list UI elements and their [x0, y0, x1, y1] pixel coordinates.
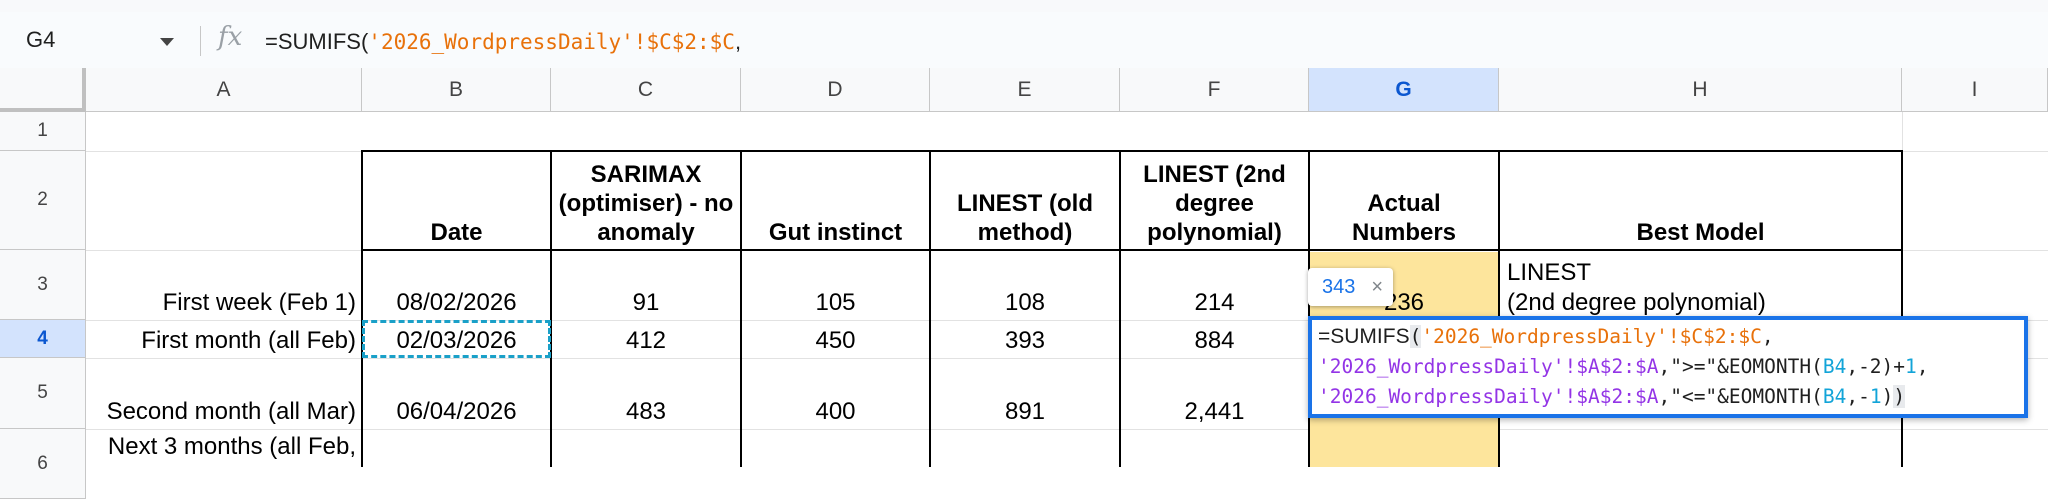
label-next-3-months[interactable]: Next 3 months (all Feb,: [86, 429, 362, 467]
linest-old-second-month[interactable]: 891: [930, 358, 1120, 429]
editor-number-1: 1: [1905, 355, 1917, 378]
formula-result-preview: 343 ×: [1308, 268, 1393, 306]
row-header-2[interactable]: 2: [0, 151, 86, 250]
gut-second-month[interactable]: 400: [741, 358, 930, 429]
formula-function: =SUMIFS: [265, 29, 361, 54]
linest-2nd-first-week[interactable]: 214: [1120, 250, 1309, 320]
column-header-h[interactable]: H: [1499, 68, 1902, 112]
column-header-i[interactable]: I: [1902, 68, 2048, 112]
label-second-month[interactable]: Second month (all Mar): [86, 358, 362, 429]
header-linest-2nd[interactable]: LINEST (2nd degree polynomial): [1120, 151, 1309, 250]
header-linest-old[interactable]: LINEST (old method): [930, 151, 1120, 250]
linest-2nd-second-month[interactable]: 2,441: [1120, 358, 1309, 429]
sarimax-first-month[interactable]: 412: [551, 320, 741, 358]
chevron-down-icon[interactable]: [160, 38, 174, 46]
editor-close-paren-2: ): [1893, 385, 1906, 408]
best-model-line-2: (2nd degree polynomial): [1507, 289, 1766, 316]
gut-first-month[interactable]: 450: [741, 320, 930, 358]
header-actual-numbers[interactable]: Actual Numbers: [1309, 151, 1499, 250]
editor-ref-a-2: '2026_WordpressDaily'!$A$2:$A: [1318, 385, 1659, 408]
editor-comma-2: ,: [1916, 355, 1929, 378]
formula-bar-divider: [200, 26, 201, 56]
date-second-month[interactable]: 06/04/2026: [362, 358, 551, 429]
formula-result-value: 343: [1322, 276, 1356, 298]
linest-old-first-month[interactable]: 393: [930, 320, 1120, 358]
formula-comma: ,: [734, 29, 742, 54]
sarimax-first-week[interactable]: 91: [551, 250, 741, 320]
name-box[interactable]: G4: [26, 24, 176, 56]
row-header-5[interactable]: 5: [0, 358, 86, 429]
cell-formula-editor[interactable]: =SUMIFS('2026_WordpressDaily'!$C$2:$C, '…: [1308, 316, 2028, 418]
header-best-model[interactable]: Best Model: [1499, 151, 1902, 250]
linest-2nd-first-month[interactable]: 884: [1120, 320, 1309, 358]
date-first-week[interactable]: 08/02/2026: [362, 250, 551, 320]
editor-criteria-1: ,">="&EOMONTH(: [1658, 355, 1823, 378]
editor-open-paren: (: [1409, 325, 1422, 348]
editor-offset-1: ,-2)+: [1846, 355, 1906, 378]
formula-range-ref: '2026_WordpressDaily'!$C$2:$C: [368, 30, 735, 54]
select-all-corner[interactable]: [0, 68, 86, 112]
editor-number-2: 1: [1869, 385, 1882, 408]
close-icon[interactable]: ×: [1371, 268, 1383, 306]
column-header-b[interactable]: B: [362, 68, 551, 112]
formula-bar: G4 fx =SUMIFS('2026_WordpressDaily'!$C$2…: [0, 12, 2048, 69]
editor-comma: ,: [1761, 325, 1774, 348]
editor-ref-b4-2: B4: [1822, 385, 1847, 408]
sarimax-second-month[interactable]: 483: [551, 358, 741, 429]
column-header-a[interactable]: A: [86, 68, 362, 112]
copy-marquee: [362, 320, 551, 358]
best-model-line-1: LINEST: [1507, 259, 1592, 286]
gridline: [86, 429, 2048, 430]
linest-old-first-week[interactable]: 108: [930, 250, 1120, 320]
top-strip: [0, 0, 2048, 12]
header-gut-instinct[interactable]: Gut instinct: [741, 151, 930, 250]
row-header-4[interactable]: 4: [0, 320, 86, 358]
column-header-g[interactable]: G: [1309, 68, 1499, 112]
row-header-3[interactable]: 3: [0, 250, 86, 320]
label-first-month[interactable]: First month (all Feb): [86, 320, 362, 358]
editor-ref-b4-1: B4: [1822, 355, 1847, 378]
header-sarimax[interactable]: SARIMAX (optimiser) - no anomaly: [551, 151, 741, 250]
best-model-first-week[interactable]: LINEST (2nd degree polynomial): [1499, 252, 1902, 320]
editor-ref-c: '2026_WordpressDaily'!$C$2:$C: [1421, 325, 1762, 348]
formula-input[interactable]: =SUMIFS('2026_WordpressDaily'!$C$2:$C,: [265, 26, 741, 58]
editor-function: =SUMIFS: [1318, 325, 1410, 348]
row-header-6[interactable]: 6: [0, 429, 86, 499]
row-header-1[interactable]: 1: [0, 112, 86, 151]
label-first-week[interactable]: First week (Feb 1): [86, 250, 362, 320]
column-header-d[interactable]: D: [741, 68, 930, 112]
editor-offset-2: ,-: [1846, 385, 1870, 408]
column-header-f[interactable]: F: [1120, 68, 1309, 112]
editor-criteria-2: ,"<="&EOMONTH(: [1658, 385, 1823, 408]
function-icon: fx: [218, 22, 243, 52]
editor-ref-a-1: '2026_WordpressDaily'!$A$2:$A: [1318, 355, 1659, 378]
column-header-c[interactable]: C: [551, 68, 741, 112]
gut-first-week[interactable]: 105: [741, 250, 930, 320]
column-header-e[interactable]: E: [930, 68, 1120, 112]
editor-close-paren-1: ): [1881, 385, 1894, 408]
header-date[interactable]: Date: [362, 151, 551, 250]
